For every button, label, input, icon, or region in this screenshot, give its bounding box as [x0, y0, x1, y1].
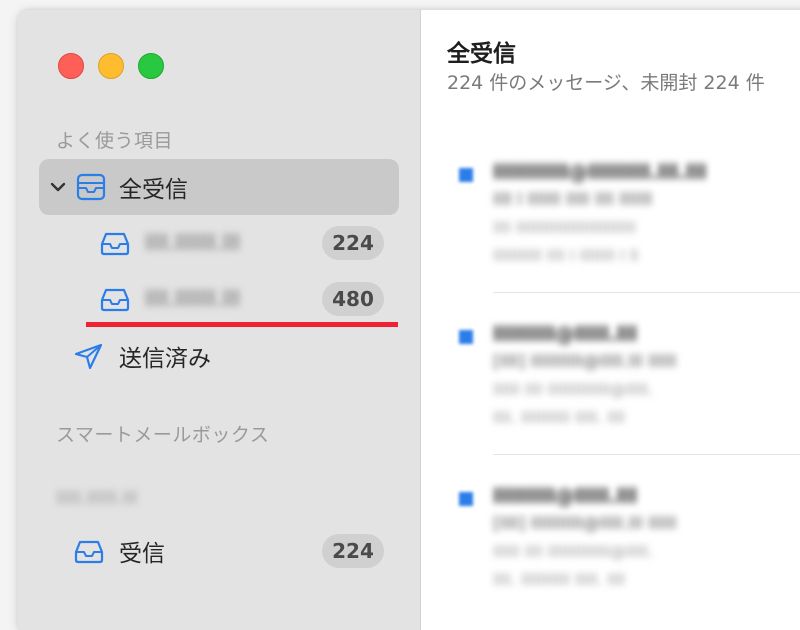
sidebar-item-label: 全受信 [119, 177, 188, 203]
sidebar-item-all-inboxes[interactable]: 全受信 [39, 159, 399, 215]
mailbox-title: 全受信 [447, 41, 516, 67]
message-preview: llll. lllllllllll lllll. llll [493, 408, 626, 427]
unread-count-badge: 224 [322, 226, 384, 260]
sidebar-item-label: llll.lllllll.lll [145, 287, 241, 311]
message-subject: [llll] lllllllllll@lllll.lll llllll [493, 514, 677, 534]
unread-count-badge: 224 [322, 534, 384, 568]
row-divider [493, 292, 800, 293]
inbox-icon [99, 229, 131, 257]
mailbox-subtitle: 224 件のメッセージ、未開封 224 件 [447, 72, 765, 94]
sidebar-item-account-inbox[interactable]: 受信 224 [39, 523, 399, 579]
sidebar-item-inbox-account-1[interactable]: llll.lllllll.lll 224 [39, 215, 399, 271]
message-preview: llllll llll llllllllllllll@lllll. [493, 380, 654, 399]
sidebar-item-label: llll.lllllll.lll [145, 231, 241, 255]
inbox-stack-icon [75, 173, 107, 201]
zoom-window-button[interactable] [138, 53, 164, 79]
message-preview: llllll llll llllllllllllll@lllll. [493, 542, 654, 561]
sidebar-item-label: 送信済み [119, 346, 211, 372]
message-sender: lllllllll@lllll.lll [493, 322, 638, 346]
sidebar: よく使う項目 全受信 llll.lllllll.lll 224 llll.lll… [18, 10, 421, 630]
unread-dot-icon [459, 168, 473, 182]
message-sender: lllllllll@lllll.lll [493, 484, 638, 508]
unread-count-badge: 480 [322, 282, 384, 316]
unread-dot-icon [459, 492, 473, 506]
smart-mailboxes-header: スマートメールボックス [56, 424, 270, 446]
account-header: lllll.llllll.lll [56, 488, 138, 509]
mail-window: よく使う項目 全受信 llll.lllllll.lll 224 llll.lll… [18, 10, 800, 630]
message-row[interactable]: lllllllll@lllll.lll [llll] lllllllllll@l… [447, 484, 800, 630]
message-preview: llll lllllllllllllllllllllllllll [493, 218, 636, 237]
message-preview: llll. lllllllllll lllll. llll [493, 570, 626, 589]
message-subject: [llll] lllllllllll@lllll.lll llllll [493, 352, 677, 372]
favorites-header: よく使う項目 [56, 130, 174, 152]
chevron-down-icon[interactable] [49, 178, 67, 196]
sidebar-item-inbox-account-2[interactable]: llll.lllllll.lll 480 [39, 271, 399, 327]
inbox-icon [99, 285, 131, 313]
unread-dot-icon [459, 330, 473, 344]
message-sender: lllllllllll@lllllllll.lll.lll [493, 160, 707, 184]
message-row[interactable]: lllllllllll@lllllllll.lll.lll llll l lll… [447, 160, 800, 310]
close-window-button[interactable] [58, 53, 84, 79]
inbox-icon [73, 537, 105, 565]
sidebar-item-sent[interactable]: 送信済み [39, 328, 399, 384]
row-divider [493, 454, 800, 455]
highlight-underline [86, 322, 398, 327]
message-row[interactable]: lllllllll@lllll.lll [llll] lllllllllll@l… [447, 322, 800, 472]
minimize-window-button[interactable] [98, 53, 124, 79]
message-subject: llll l lllllll lllll llll lllllll [493, 190, 653, 210]
message-list-pane: 全受信 224 件のメッセージ、未開封 224 件 lllllllllll@ll… [421, 10, 800, 630]
paper-plane-icon [73, 342, 105, 370]
sidebar-item-label: 受信 [119, 541, 165, 567]
message-preview: lllllllllll llll l llllllll l ll [493, 246, 639, 265]
